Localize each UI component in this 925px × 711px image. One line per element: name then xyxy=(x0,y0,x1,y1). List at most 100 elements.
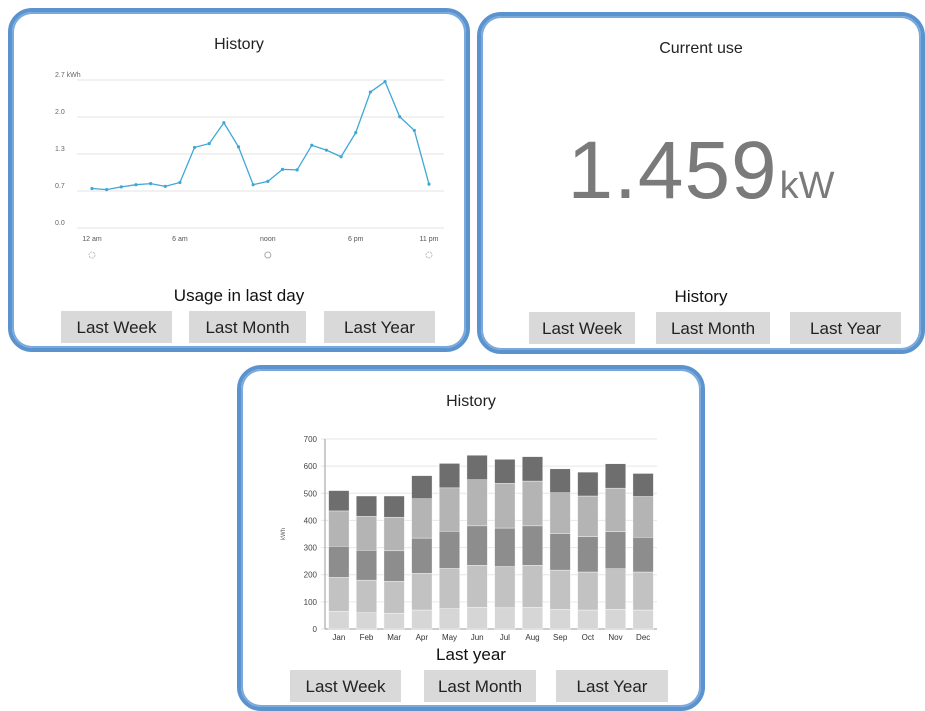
bar-segment xyxy=(466,455,488,480)
bar-segment xyxy=(328,577,350,612)
bar-segment xyxy=(605,487,626,532)
bar-segment xyxy=(383,550,405,582)
bar-segment xyxy=(328,546,350,578)
year-last-year-button[interactable]: Last Year xyxy=(556,670,668,702)
bar-segment xyxy=(439,608,460,630)
moon-icon xyxy=(425,251,433,259)
y-tick-label: 1.3 xyxy=(55,146,65,153)
day-last-year-button[interactable]: Last Year xyxy=(324,311,435,343)
x-tick-label: Oct xyxy=(582,633,595,642)
bar-segment xyxy=(466,607,488,630)
data-point xyxy=(266,179,270,184)
y-tick-label: 2.7 kWh xyxy=(55,72,81,79)
current-use-panel: Current use 1.459kW History Last Week La… xyxy=(477,12,925,354)
y-tick-label: 400 xyxy=(304,516,318,525)
bar-segment xyxy=(356,612,377,630)
bar-segment xyxy=(522,565,543,608)
data-point xyxy=(222,121,226,125)
y-tick-label: 600 xyxy=(304,462,318,471)
x-tick-label: 11 pm xyxy=(420,236,439,243)
bar-segment xyxy=(549,609,571,630)
bar-segment xyxy=(411,475,433,499)
yearly-panel-subtitle: Last year xyxy=(436,645,506,664)
bar-segment xyxy=(549,468,571,493)
bar-segment xyxy=(494,566,516,609)
x-tick-label: Jun xyxy=(471,633,484,642)
bar-segment xyxy=(356,516,377,551)
bar-segment xyxy=(439,568,460,609)
y-tick-label: 0.7 xyxy=(55,183,65,190)
bar-segment xyxy=(494,607,516,630)
y-tick-label: 700 xyxy=(304,435,318,444)
data-point xyxy=(236,145,241,149)
data-point xyxy=(207,141,211,146)
bar-segment xyxy=(494,459,516,484)
x-tick-label: Jul xyxy=(500,633,510,642)
day-last-month-button[interactable]: Last Month xyxy=(189,311,306,343)
x-tick-label: Apr xyxy=(416,633,429,642)
bar-segment xyxy=(632,571,654,611)
year-last-week-button[interactable]: Last Week xyxy=(290,670,401,702)
x-tick-label: 6 am xyxy=(172,236,188,243)
bar-segment xyxy=(439,463,460,489)
bar-segment xyxy=(383,495,405,518)
data-point xyxy=(251,183,255,187)
x-tick-label: 6 pm xyxy=(348,236,364,243)
daily-panel-subtitle: Usage in last day xyxy=(173,286,305,305)
sun-icon xyxy=(264,251,272,259)
x-tick-label: Aug xyxy=(525,633,539,642)
yearly-history-panel: History 0 100 200 300 400 500 600 700 kWh Jan Feb M… xyxy=(237,365,705,711)
bar-segment xyxy=(494,483,516,529)
x-tick-label: May xyxy=(442,633,457,642)
year-last-month-button[interactable]: Last Month xyxy=(424,670,536,702)
bar-segment xyxy=(466,565,488,608)
data-point xyxy=(192,145,197,150)
y-tick-label: 300 xyxy=(304,544,318,553)
bar-segment xyxy=(577,536,599,573)
data-point xyxy=(339,155,343,159)
data-point xyxy=(310,143,314,147)
x-tick-label: Sep xyxy=(553,633,568,642)
bar-segment xyxy=(549,492,571,534)
bar-segment xyxy=(577,495,599,537)
bar-segment xyxy=(605,609,626,630)
current-last-month-button[interactable]: Last Month xyxy=(656,312,770,344)
y-tick-label: 100 xyxy=(304,598,318,607)
bar-segment xyxy=(466,525,488,566)
bar-segment xyxy=(577,609,599,630)
current-use-readout: 1.459kW xyxy=(481,124,921,218)
bar-segment xyxy=(605,531,626,569)
bar-segment xyxy=(632,496,654,538)
bar-segment xyxy=(383,516,405,552)
bar-segment xyxy=(439,531,460,569)
current-last-week-button[interactable]: Last Week xyxy=(529,312,635,344)
bar-segment xyxy=(356,579,377,613)
current-panel-subtitle: History xyxy=(674,287,728,306)
bar-segment xyxy=(577,571,599,611)
data-point xyxy=(163,184,167,188)
daily-usage-line-chart: 0.0 0.7 1.3 2.0 2.7 kWh 12 am 6 am noon 6 pm 11 p… xyxy=(55,72,444,259)
current-last-year-button[interactable]: Last Year xyxy=(790,312,901,344)
yearly-usage-stacked-bar-chart: 0 100 200 300 400 500 600 700 kWh Jan Feb Mar Apr May… xyxy=(281,435,657,642)
bar-segment xyxy=(522,525,543,566)
bar-segment xyxy=(549,569,571,610)
day-last-week-button[interactable]: Last Week xyxy=(61,311,172,343)
daily-panel-title: History xyxy=(214,36,264,53)
bar-segment xyxy=(383,613,405,630)
data-point xyxy=(90,186,94,191)
bar-segment xyxy=(605,463,626,489)
yearly-panel-title: History xyxy=(446,393,496,410)
bar-segment xyxy=(328,510,350,547)
current-use-value: 1.459 xyxy=(567,125,778,216)
bar-segment xyxy=(356,550,377,581)
daily-history-panel: History 0.0 0.7 1.3 2.0 2.7 kWh 12 am 6 am noon… xyxy=(8,8,470,352)
current-panel-title: Current use xyxy=(659,40,743,57)
bar-segment xyxy=(411,498,433,539)
x-tick-label: Dec xyxy=(636,633,650,642)
data-point xyxy=(368,90,372,94)
data-point xyxy=(178,180,182,185)
bar-segment xyxy=(577,471,599,497)
bar-segment xyxy=(328,611,350,630)
bar-segment xyxy=(439,487,460,532)
bar-segment xyxy=(466,479,488,527)
